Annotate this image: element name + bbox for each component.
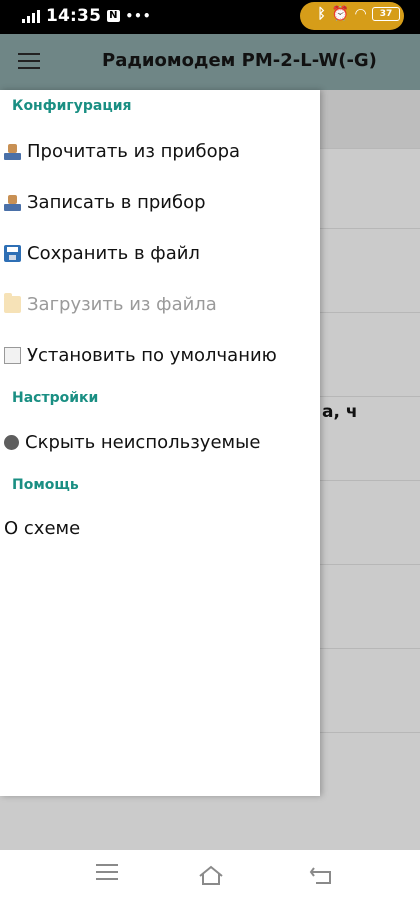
background-divider — [320, 648, 420, 649]
menu-item-label: Сохранить в файл — [27, 242, 200, 264]
app-title: Радиомодем РМ-2-L-W(-G) — [102, 50, 377, 71]
battery-icon: 37 — [372, 7, 400, 21]
write-device-icon — [4, 194, 21, 211]
bluetooth-icon: ᛒ — [317, 6, 326, 22]
menu-item-label: Прочитать из прибора — [27, 140, 241, 162]
menu-item-save-to-file[interactable]: Сохранить в файл — [4, 236, 200, 270]
read-device-icon — [4, 143, 21, 160]
background-divider — [320, 564, 420, 565]
signal-icon — [22, 9, 40, 23]
system-navigation-bar — [0, 850, 420, 900]
checkbox-icon — [4, 346, 21, 364]
background-divider — [320, 312, 420, 313]
section-header-configuration: Конфигурация — [12, 98, 132, 114]
menu-item-load-from-file: Загрузить из файла — [4, 287, 217, 321]
background-divider — [320, 732, 420, 733]
menu-item-label: О схеме — [4, 517, 81, 539]
status-bar: 14:35 N ••• ᛒ ⏰ ◠ 37 — [0, 0, 420, 34]
back-icon[interactable] — [308, 864, 334, 886]
menu-item-about-scheme[interactable]: О схеме — [4, 511, 80, 545]
section-header-help: Помощь — [12, 477, 79, 493]
wifi-icon: ◠ — [355, 6, 366, 22]
background-divider — [320, 228, 420, 229]
menu-item-label: Установить по умолчанию — [27, 344, 277, 366]
alarm-icon: ⏰ — [331, 6, 350, 22]
home-icon[interactable] — [198, 864, 224, 886]
menu-item-label: Записать в прибор — [27, 191, 206, 213]
floppy-disk-icon — [4, 244, 21, 262]
menu-item-write-to-device[interactable]: Записать в прибор — [4, 185, 206, 219]
menu-item-label: Скрыть неиспользуемые — [25, 431, 261, 453]
navigation-drawer: Конфигурация Прочитать из прибора Записа… — [0, 90, 320, 796]
menu-item-label: Загрузить из файла — [27, 293, 217, 315]
clock: 14:35 — [46, 6, 102, 26]
hamburger-icon[interactable] — [18, 53, 40, 74]
background-divider — [320, 480, 420, 481]
menu-item-set-defaults[interactable]: Установить по умолчанию — [4, 338, 277, 372]
background-partial-label: а, ч — [322, 402, 358, 422]
background-divider — [320, 148, 420, 149]
menu-item-read-from-device[interactable]: Прочитать из прибора — [4, 134, 240, 168]
more-notifications-icon: ••• — [125, 9, 152, 23]
radio-icon — [4, 434, 19, 450]
folder-icon — [4, 292, 21, 313]
background-divider — [320, 396, 420, 397]
menu-item-hide-unused[interactable]: Скрыть неиспользуемые — [4, 425, 260, 459]
app-bar: Радиомодем РМ-2-L-W(-G) — [0, 34, 420, 90]
section-header-settings: Настройки — [12, 390, 99, 406]
menu-icon[interactable] — [96, 864, 122, 886]
notification-badge: N — [107, 10, 120, 22]
status-left: 14:35 N ••• — [22, 6, 152, 26]
status-right: ᛒ ⏰ ◠ 37 — [317, 6, 400, 22]
